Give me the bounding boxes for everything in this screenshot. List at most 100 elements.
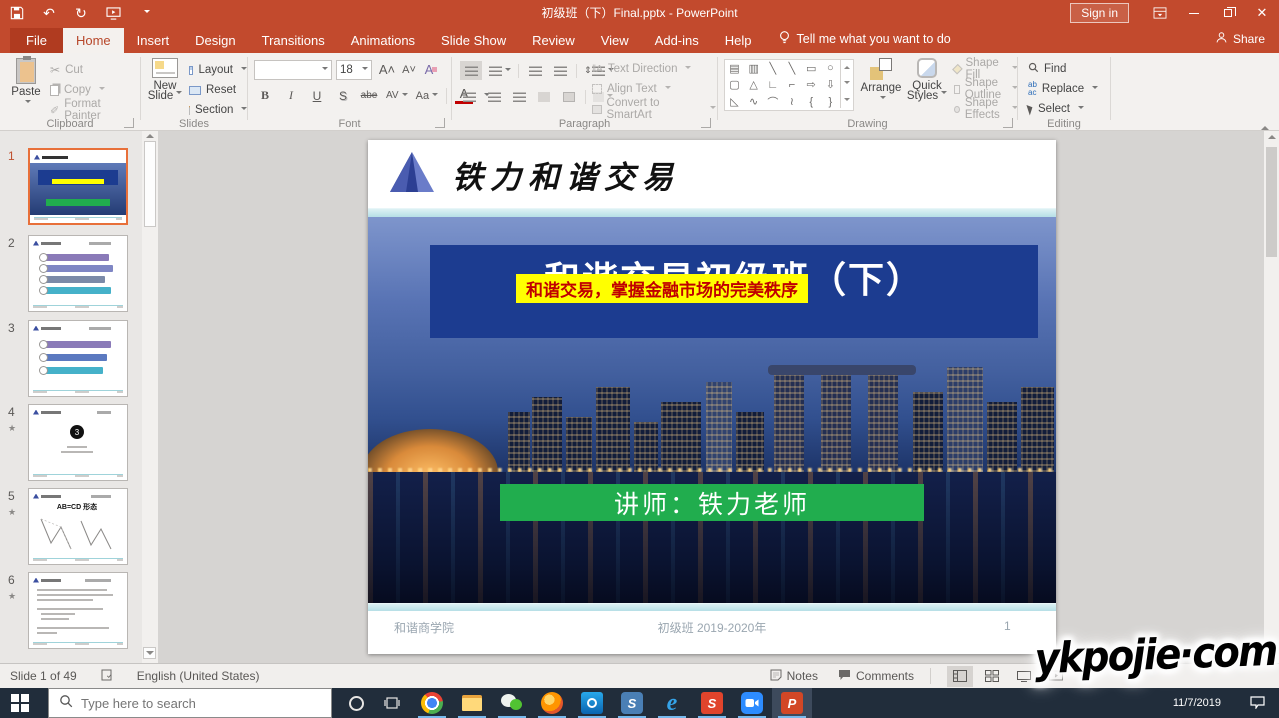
shape-icon[interactable]: ∟	[763, 77, 782, 93]
scrollbar-thumb[interactable]	[144, 141, 156, 227]
justify-button[interactable]	[535, 87, 553, 106]
align-text-button[interactable]: Align Text	[592, 79, 716, 99]
underline-button[interactable]: U	[308, 86, 326, 105]
convert-smartart-button[interactable]: Convert to SmartArt	[592, 99, 716, 119]
shape-icon[interactable]: ╲	[782, 60, 801, 76]
tab-slideshow[interactable]: Slide Show	[428, 28, 519, 53]
slide-sorter-view-button[interactable]	[979, 666, 1005, 687]
spell-check-icon[interactable]	[101, 669, 115, 684]
language-button[interactable]: English (United States)	[137, 669, 260, 683]
slide-thumbnail-3[interactable]	[28, 320, 128, 397]
tab-insert[interactable]: Insert	[124, 28, 183, 53]
taskbar-powerpoint[interactable]: P	[772, 688, 812, 718]
shape-icon[interactable]: ▤	[725, 60, 744, 76]
shape-icon[interactable]: ⌐	[782, 77, 801, 93]
align-left-button[interactable]	[460, 87, 478, 106]
save-icon[interactable]	[8, 4, 26, 22]
tab-review[interactable]: Review	[519, 28, 588, 53]
scroll-down-button[interactable]	[143, 647, 156, 659]
text-shadow-button[interactable]: S	[334, 86, 352, 105]
slide-number-placeholder[interactable]: 1	[1004, 619, 1011, 633]
shapes-scroll-up-button[interactable]	[840, 60, 853, 75]
share-button[interactable]: Share	[1215, 31, 1265, 47]
select-button[interactable]: Select	[1028, 99, 1108, 119]
main-vertical-scrollbar[interactable]	[1264, 131, 1279, 663]
tab-transitions[interactable]: Transitions	[249, 28, 338, 53]
reset-button[interactable]: Reset	[189, 80, 247, 100]
slide-thumbnail-5[interactable]: AB=CD 形态	[28, 488, 128, 565]
italic-button[interactable]: I	[282, 86, 300, 105]
tab-help[interactable]: Help	[712, 28, 765, 53]
taskbar-chrome[interactable]	[412, 688, 452, 718]
shape-effects-button[interactable]: Shape Effects	[954, 99, 1018, 119]
decrease-indent-button[interactable]	[526, 61, 544, 80]
quick-styles-button[interactable]: Quick Styles	[906, 53, 948, 119]
shapes-more-button[interactable]	[840, 90, 853, 108]
paste-button[interactable]: Paste	[6, 53, 46, 119]
align-right-button[interactable]	[510, 87, 528, 106]
taskbar-outlook[interactable]	[572, 688, 612, 718]
task-view-button[interactable]	[372, 688, 412, 718]
cut-button[interactable]: ✂Cut	[50, 60, 138, 80]
shape-icon[interactable]: △	[744, 77, 763, 93]
arrange-button[interactable]: Arrange	[858, 53, 904, 119]
change-case-button[interactable]: Aa	[416, 86, 438, 105]
copy-button[interactable]: Copy	[50, 80, 138, 100]
reading-view-button[interactable]	[1011, 666, 1037, 687]
shape-icon[interactable]: ▭	[802, 60, 821, 76]
paragraph-dialog-launcher[interactable]	[701, 118, 711, 128]
start-button[interactable]	[0, 688, 40, 718]
search-input[interactable]	[81, 696, 301, 711]
clipboard-dialog-launcher[interactable]	[124, 118, 134, 128]
scrollbar-thumb[interactable]	[1266, 147, 1277, 257]
shape-icon[interactable]: ⇨	[802, 77, 821, 93]
tab-home[interactable]: Home	[63, 28, 124, 53]
taskbar-wechat[interactable]	[492, 688, 532, 718]
shape-icon[interactable]: {	[802, 94, 821, 110]
shapes-scroll-down-button[interactable]	[840, 75, 853, 90]
font-name-combobox[interactable]	[254, 60, 332, 80]
undo-icon[interactable]: ↶	[40, 4, 58, 22]
increase-indent-button[interactable]	[551, 61, 569, 80]
taskbar-firefox[interactable]	[532, 688, 572, 718]
shape-icon[interactable]: }	[821, 94, 840, 110]
redo-icon[interactable]: ↻	[72, 4, 90, 22]
new-slide-button[interactable]: New Slide	[146, 53, 184, 119]
tab-file[interactable]: File	[10, 28, 63, 53]
shape-icon[interactable]: ⌒	[763, 94, 782, 110]
notes-button[interactable]: Notes	[770, 669, 818, 684]
tell-me-box[interactable]: Tell me what you want to do	[765, 25, 964, 53]
shape-icon[interactable]: ▥	[744, 60, 763, 76]
taskbar-zoom[interactable]	[732, 688, 772, 718]
scroll-up-arrow[interactable]	[143, 133, 156, 139]
shape-icon[interactable]: ⇩	[821, 77, 840, 93]
tab-view[interactable]: View	[588, 28, 642, 53]
normal-view-button[interactable]	[947, 666, 973, 687]
shape-fill-button[interactable]: Shape Fill	[954, 59, 1018, 79]
taskbar-snagit[interactable]: S	[612, 688, 652, 718]
footer-center-placeholder[interactable]: 初级班 2019-2020年	[368, 619, 1056, 636]
brand-title-textbox[interactable]: 铁力和谐交易	[452, 152, 680, 197]
slide-thumbnail-1[interactable]	[28, 148, 128, 225]
taskbar-search-box[interactable]	[48, 688, 332, 718]
format-painter-button[interactable]: ✐Format Painter	[50, 100, 138, 120]
shape-icon[interactable]: ◺	[725, 94, 744, 110]
slide-thumbnail-6[interactable]	[28, 572, 128, 649]
restore-button[interactable]	[1211, 0, 1245, 26]
clear-formatting-button[interactable]: A	[422, 60, 440, 79]
tab-addins[interactable]: Add-ins	[642, 28, 712, 53]
section-button[interactable]: Section	[189, 100, 247, 120]
tab-animations[interactable]: Animations	[338, 28, 428, 53]
collapse-ribbon-button[interactable]	[1261, 114, 1269, 126]
bold-button[interactable]: B	[256, 86, 274, 105]
text-direction-button[interactable]: ‖AText Direction	[592, 59, 716, 79]
minimize-button[interactable]	[1177, 0, 1211, 26]
subtitle-box[interactable]: 和谐交易，掌握金融市场的完美秩序	[516, 274, 808, 303]
shape-icon[interactable]: ∿	[744, 94, 763, 110]
cortana-button[interactable]	[336, 688, 376, 718]
comments-button[interactable]: Comments	[838, 669, 914, 684]
align-center-button[interactable]	[485, 87, 503, 106]
shape-outline-button[interactable]: Shape Outline	[954, 79, 1018, 99]
shape-icon[interactable]: ╲	[763, 60, 782, 76]
close-button[interactable]: ✕	[1245, 0, 1279, 26]
